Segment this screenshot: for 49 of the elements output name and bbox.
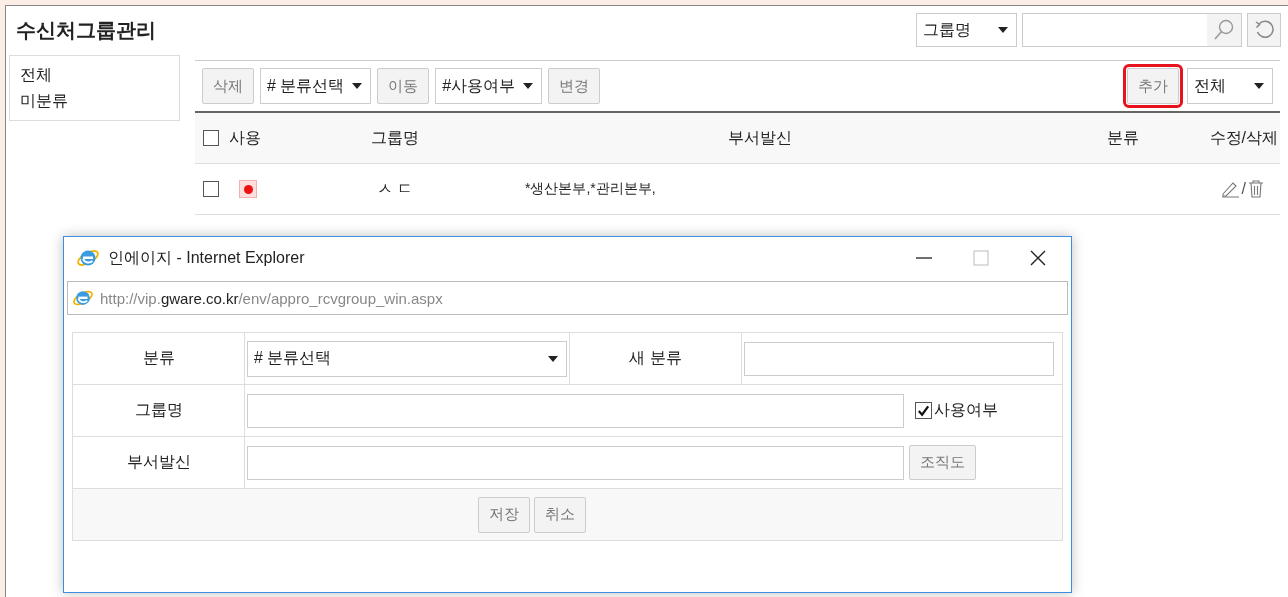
refresh-icon xyxy=(1253,19,1275,41)
toolbar-button[interactable]: 삭제 xyxy=(202,68,254,104)
category-item[interactable]: 전체 xyxy=(20,62,169,88)
window-title: 인에이지 - Internet Explorer xyxy=(108,247,305,268)
column-header: 사용 xyxy=(229,127,261,148)
separator-text: / xyxy=(1241,180,1246,198)
row-checkbox[interactable] xyxy=(203,181,219,197)
edit-icon[interactable] xyxy=(1219,180,1240,198)
toolbar-button[interactable]: 변경 xyxy=(548,68,601,104)
url-text: http://vip.gware.co.kr/env/appro_rcvgroup_win.aspx xyxy=(100,289,443,307)
refresh-button[interactable] xyxy=(1247,13,1281,47)
column-header: 분류 xyxy=(1106,128,1139,146)
org-chart-button[interactable]: 조직도 xyxy=(909,445,976,480)
field-label: 새 분류 xyxy=(629,348,682,368)
close-icon[interactable] xyxy=(1029,249,1047,267)
department-input[interactable] xyxy=(247,445,904,480)
field-label: 부서발신 xyxy=(126,452,191,472)
toolbar-button[interactable]: 이동 xyxy=(377,68,430,104)
table-cell: *생산본부,*관리본부, xyxy=(525,180,656,196)
search-field[interactable] xyxy=(1022,13,1242,47)
toolbar-select[interactable]: # 분류선택 xyxy=(260,68,372,104)
use-checkbox[interactable] xyxy=(915,402,932,419)
checkbox-label: 사용여부 xyxy=(934,400,998,420)
table-cell: ㅅ ㄷ xyxy=(376,179,414,197)
column-header: 수정/삭제 xyxy=(1209,128,1278,146)
caret-icon xyxy=(352,83,363,89)
column-header: 부서발신 xyxy=(728,128,792,146)
field-label: 분류 xyxy=(142,348,175,368)
search-field-select[interactable]: 그룹명 xyxy=(916,13,1017,47)
toolbar-select[interactable]: #사용여부 xyxy=(435,68,543,104)
page-title: 수신처그룹관리 xyxy=(16,17,156,43)
save-button[interactable]: 저장 xyxy=(477,496,530,533)
field-label: 그룹명 xyxy=(134,400,183,420)
caret-icon xyxy=(1254,83,1264,89)
filter-select[interactable]: 전체 xyxy=(1187,68,1273,104)
caret-icon xyxy=(548,355,558,362)
select-all-checkbox[interactable] xyxy=(203,130,219,146)
search-icon[interactable] xyxy=(1207,14,1241,46)
caret-icon xyxy=(523,83,534,89)
column-header: 그룹명 xyxy=(371,128,419,146)
caret-icon xyxy=(998,27,1008,33)
group-name-input[interactable] xyxy=(247,393,904,428)
status-icon xyxy=(239,180,257,198)
address-bar[interactable]: http://vip.gware.co.kr/env/appro_rcvgroup_win.aspx xyxy=(67,281,1068,315)
cancel-button[interactable]: 취소 xyxy=(533,496,586,533)
category-select[interactable]: # 분류선택 xyxy=(247,340,567,377)
category-item[interactable]: 미분류 xyxy=(20,88,169,114)
trash-icon[interactable] xyxy=(1248,180,1264,198)
new-category-input[interactable] xyxy=(744,341,1054,376)
